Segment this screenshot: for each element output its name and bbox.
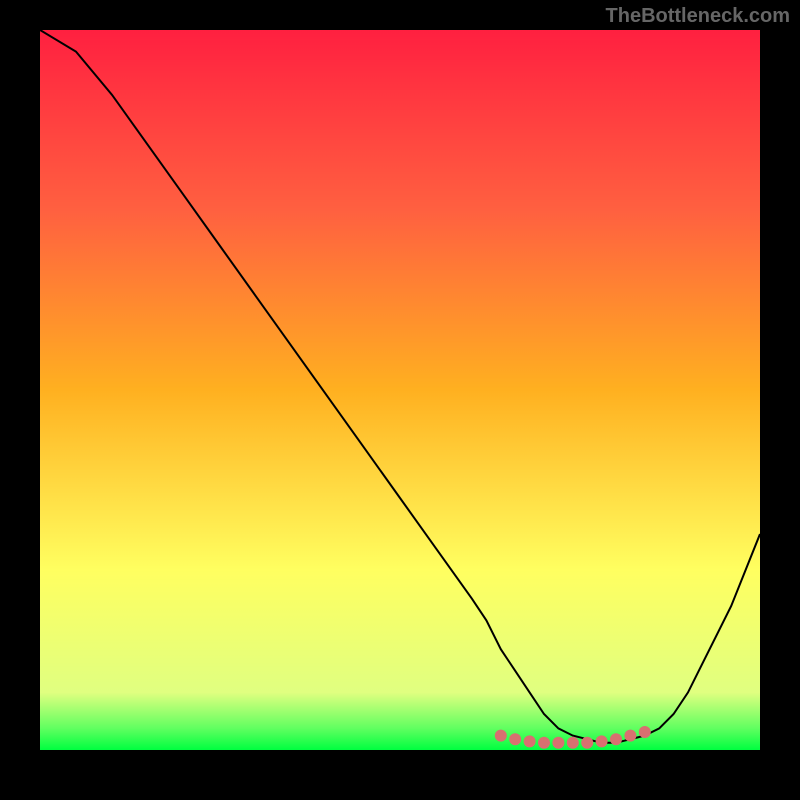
- marker-point: [509, 733, 521, 745]
- chart-container: TheBottleneck.com: [0, 0, 800, 800]
- marker-point: [552, 737, 564, 749]
- marker-point: [610, 733, 622, 745]
- marker-point: [639, 726, 651, 738]
- chart-svg: [40, 30, 760, 750]
- marker-point: [495, 730, 507, 742]
- gradient-background: [40, 30, 760, 750]
- marker-point: [596, 735, 608, 747]
- marker-point: [524, 735, 536, 747]
- marker-point: [624, 730, 636, 742]
- marker-point: [581, 737, 593, 749]
- marker-point: [567, 737, 579, 749]
- watermark-text: TheBottleneck.com: [606, 5, 790, 28]
- plot-area: [40, 30, 760, 750]
- marker-point: [538, 737, 550, 749]
